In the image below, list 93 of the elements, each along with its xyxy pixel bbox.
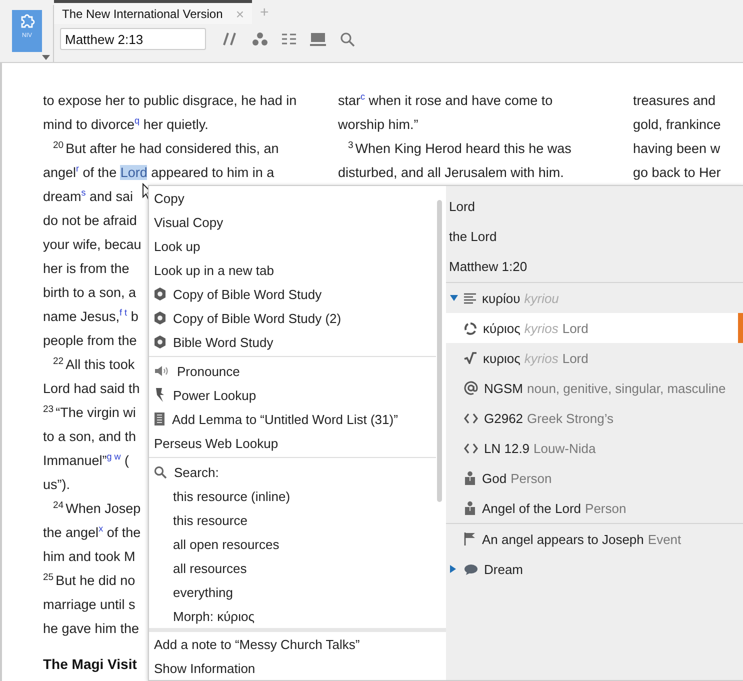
text-line: worship him.”	[338, 116, 418, 134]
puzzle-icon	[19, 14, 35, 30]
parallel-icon[interactable]	[222, 32, 238, 46]
pin-icon	[154, 387, 166, 403]
info-row[interactable]: κυριος kyrios Lord	[446, 343, 743, 373]
menu-item[interactable]: Look up	[149, 234, 200, 258]
text-line: $^{3}$ When King Herod heard this he was	[347, 138, 572, 158]
angle-brackets-icon	[464, 412, 478, 424]
info-row[interactable]: NGSM noun, genitive, singular, masculine	[446, 373, 743, 403]
text-line: having been w	[633, 140, 720, 158]
person-icon	[464, 471, 476, 485]
text-line: to expose her to public disgrace, he had in	[43, 92, 297, 110]
menu-item[interactable]: Bible Word Study	[149, 330, 274, 354]
text-line: birth to a son, a	[43, 284, 136, 302]
info-text: Matthew 1:20	[448, 258, 528, 276]
speech-bubble-icon	[464, 564, 478, 574]
person-icon	[464, 501, 476, 515]
collapsed-triangle-icon[interactable]	[450, 565, 456, 573]
info-row[interactable]: Angel of the Lord Person	[446, 493, 743, 523]
menu-item[interactable]: Add a note to “Messy Church Talks”	[149, 632, 360, 656]
speaker-icon	[154, 365, 170, 377]
menu-item[interactable]: this resource (inline)	[149, 484, 290, 508]
tab[interactable]: The New International Version ×	[54, 0, 252, 24]
angle-brackets-icon	[464, 442, 478, 454]
menu-item[interactable]: Copy of Bible Word Study (2)	[149, 306, 342, 330]
info-row[interactable]: An angel appears to Joseph Event	[446, 524, 743, 554]
menu-item[interactable]: Pronounce	[149, 359, 240, 383]
text-line: $^{25}$ But he did no	[43, 570, 136, 590]
info-row[interactable]: κύριος kyrios Lord	[446, 313, 743, 343]
list-icon	[154, 412, 165, 426]
menu-item[interactable]: Morph: κύριος	[149, 604, 254, 628]
text-line: to a son, and th	[43, 428, 136, 446]
menu-item[interactable]: Show Information	[149, 656, 256, 680]
text-line: people from the	[43, 332, 137, 350]
info-text: Lord	[448, 198, 476, 216]
menu-item[interactable]: this resource	[149, 508, 248, 532]
menu-item[interactable]: all open resources	[149, 532, 280, 556]
menu-item[interactable]: Copy of Bible Word Study	[149, 282, 322, 306]
menu-item[interactable]: Copy	[149, 186, 184, 210]
text-line: $^{23}$“The virgin wi	[43, 402, 136, 422]
text-line: he gave him the	[43, 620, 140, 638]
text-line: $^{20}$ But after he had considered this, an	[52, 138, 279, 158]
info-row[interactable]: κυρίου kyriou	[446, 283, 743, 313]
hexagon-icon	[154, 335, 166, 349]
menu-item[interactable]: Search:	[149, 460, 219, 484]
text-line: treasures and	[633, 92, 716, 110]
info-row[interactable]: God Person	[446, 463, 743, 493]
text-line: mind to divorce$^{q}$ her quietly.	[43, 114, 208, 134]
info-row[interactable]: G2962 Greek Strong’s	[446, 403, 743, 433]
text-line: star$^{c}$ when it rose and have come to	[338, 90, 553, 110]
text-line: $^{22}$ All this took	[52, 354, 135, 374]
display-icon[interactable]	[310, 32, 326, 46]
menu-item[interactable]: Add Lemma to “Untitled Word List (31)”	[149, 407, 398, 431]
columns-icon[interactable]	[282, 33, 296, 45]
text-line: your wife, becau	[43, 236, 142, 254]
hexagon-icon	[154, 311, 166, 325]
root-icon	[464, 352, 477, 364]
text-line: gold, frankince	[633, 116, 721, 134]
text-line: Immanuel”$^{g w}$ (	[43, 450, 130, 470]
menu-item[interactable]: Power Lookup	[149, 383, 256, 407]
text-line: her is from the	[43, 260, 130, 278]
hexagon-icon	[154, 287, 166, 301]
info-row[interactable]: Dream	[446, 554, 743, 584]
text-line: $^{24}$ When Josep	[52, 498, 141, 518]
circle-arrows-icon	[464, 322, 477, 334]
menu-item[interactable]: Visual Copy	[149, 210, 224, 234]
flag-icon	[464, 532, 476, 546]
menu-item[interactable]: Look up in a new tab	[149, 258, 274, 282]
text-line: disturbed, and all Jerusalem with him.	[338, 164, 564, 182]
info-row[interactable]: LN 12.9 Louw-Nida	[446, 433, 743, 463]
menu-item[interactable]: Perseus Web Lookup	[149, 431, 278, 455]
text-line: him and took M	[43, 548, 136, 566]
text-line: us”).	[43, 476, 70, 494]
info-text: the Lord	[448, 228, 497, 246]
expanded-triangle-icon[interactable]	[450, 295, 458, 301]
text-line: name Jesus,$^{f t}$ b	[43, 306, 138, 326]
text-line: dream$^{s}$ and sai	[43, 186, 134, 206]
section-heading: The Magi Visit	[43, 655, 137, 673]
menu-item[interactable]: all resources	[149, 556, 247, 580]
text-line: do not be afraid	[43, 212, 137, 230]
text-line: angel$^{r}$ of the Lord appeared to him in a	[43, 162, 274, 182]
text-line: Lord had said th	[43, 380, 140, 398]
at-sign-icon	[464, 381, 478, 395]
dots-icon[interactable]	[252, 32, 268, 46]
search-icon	[154, 466, 167, 478]
menu-item[interactable]: everything	[149, 580, 233, 604]
search-icon[interactable]	[340, 32, 355, 46]
text-line: the angel$^{x}$ of the	[43, 522, 141, 542]
text-line: go back to Her	[633, 164, 721, 182]
caret-icon[interactable]	[42, 55, 50, 60]
reference-field[interactable]: Matthew 2:13	[60, 28, 206, 50]
text-line: marriage until s	[43, 596, 136, 614]
text-lines-icon	[464, 292, 476, 304]
